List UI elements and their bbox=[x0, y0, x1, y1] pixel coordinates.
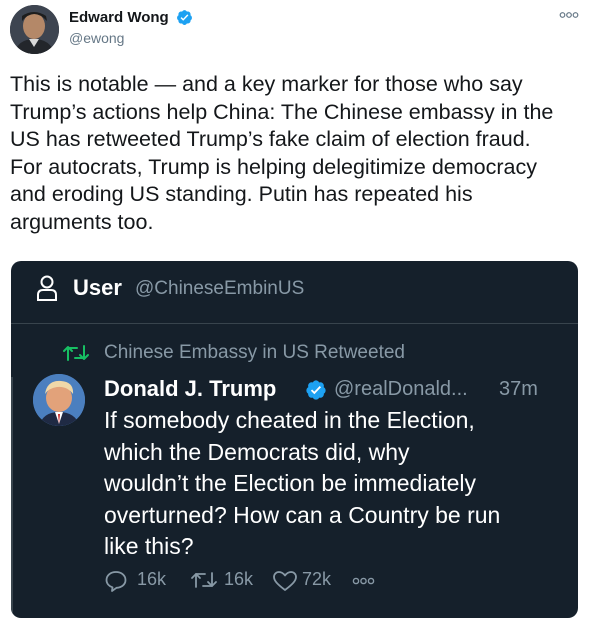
tweet-text: This is notable — and a key marker for t… bbox=[10, 72, 554, 234]
author-handle[interactable]: @ewong bbox=[69, 30, 193, 46]
embed-user-handle: @ChineseEmbinUS bbox=[135, 278, 305, 299]
quoted-tweet-text: If somebody cheated in the Election, whi… bbox=[104, 407, 501, 559]
retweet-button[interactable]: 16k bbox=[190, 568, 270, 592]
quoted-author-handle[interactable]: @realDonald... bbox=[334, 378, 468, 401]
verified-badge-icon bbox=[177, 10, 193, 26]
embedded-screenshot[interactable]: User @ChineseEmbinUS Chinese Embassy in … bbox=[11, 261, 578, 618]
reply-icon bbox=[105, 571, 127, 592]
retweet-count: 16k bbox=[224, 569, 254, 589]
retweet-icon bbox=[63, 345, 89, 361]
reply-count: 16k bbox=[137, 569, 167, 589]
verified-badge-icon bbox=[306, 380, 326, 400]
more-options-icon bbox=[352, 577, 375, 585]
quoted-timestamp[interactable]: 37m bbox=[499, 378, 538, 401]
quoted-actions-bar: 16k 16k 72k bbox=[104, 568, 564, 592]
author-avatar[interactable] bbox=[10, 5, 59, 54]
more-options-icon[interactable] bbox=[559, 10, 579, 20]
author-name[interactable]: Edward Wong bbox=[69, 9, 169, 26]
quoted-author-name[interactable]: Donald J. Trump bbox=[104, 376, 276, 402]
reply-button[interactable]: 16k bbox=[104, 568, 184, 592]
user-outline-icon bbox=[37, 275, 57, 301]
retweet-icon bbox=[191, 572, 217, 588]
quoted-more-button[interactable] bbox=[351, 568, 381, 592]
retweeted-by-text[interactable]: Chinese Embassy in US Retweeted bbox=[104, 342, 405, 364]
quoted-author-avatar[interactable] bbox=[33, 374, 85, 426]
heart-icon bbox=[273, 571, 297, 591]
like-count: 72k bbox=[302, 569, 332, 589]
author-block: Edward Wong @ewong bbox=[69, 9, 193, 46]
tweet-card: Edward Wong @ewong This is notable — and… bbox=[0, 0, 599, 625]
embed-user-label: User bbox=[73, 275, 122, 300]
like-button[interactable]: 72k bbox=[272, 568, 352, 592]
thread-rail bbox=[11, 377, 13, 618]
embed-header: User @ChineseEmbinUS bbox=[11, 261, 578, 324]
